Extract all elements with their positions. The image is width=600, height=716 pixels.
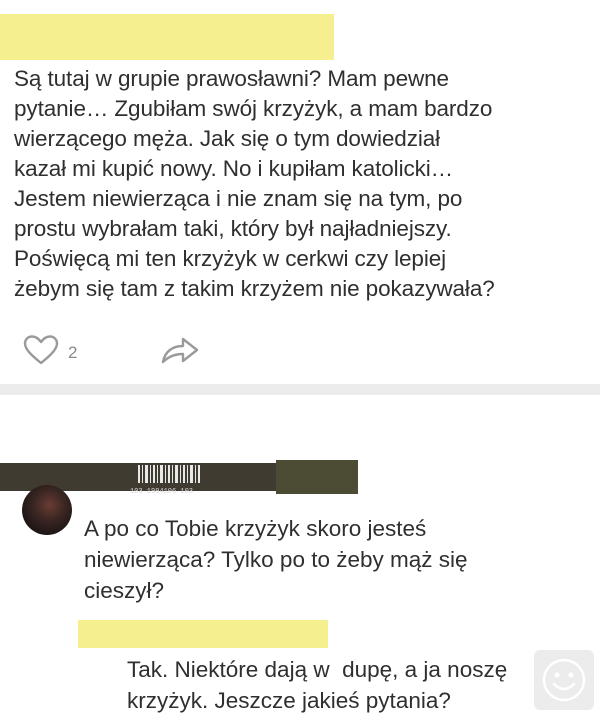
post-text: Są tutaj w grupie prawosławni? Mam pewne… — [14, 66, 495, 301]
barcode-caption: 103 1994106 103 — [130, 488, 194, 496]
author-name-redaction — [0, 14, 334, 60]
comment-text: A po co Tobie krzyżyk skoro jesteś niewi… — [84, 516, 468, 603]
heart-outline-icon[interactable] — [22, 334, 60, 366]
commenter-id-redaction — [276, 460, 358, 494]
smiley-watermark-icon — [534, 650, 594, 710]
barcode-sticker — [138, 465, 200, 483]
section-divider — [0, 384, 600, 395]
commenter-avatar[interactable] — [22, 485, 72, 535]
like-count: 2 — [68, 343, 78, 362]
share-arrow-icon[interactable] — [160, 334, 200, 366]
reply-text: Tak. Niektóre dają w dupę, a ja noszę kr… — [127, 657, 508, 713]
reply-author-name-redaction — [78, 620, 328, 648]
